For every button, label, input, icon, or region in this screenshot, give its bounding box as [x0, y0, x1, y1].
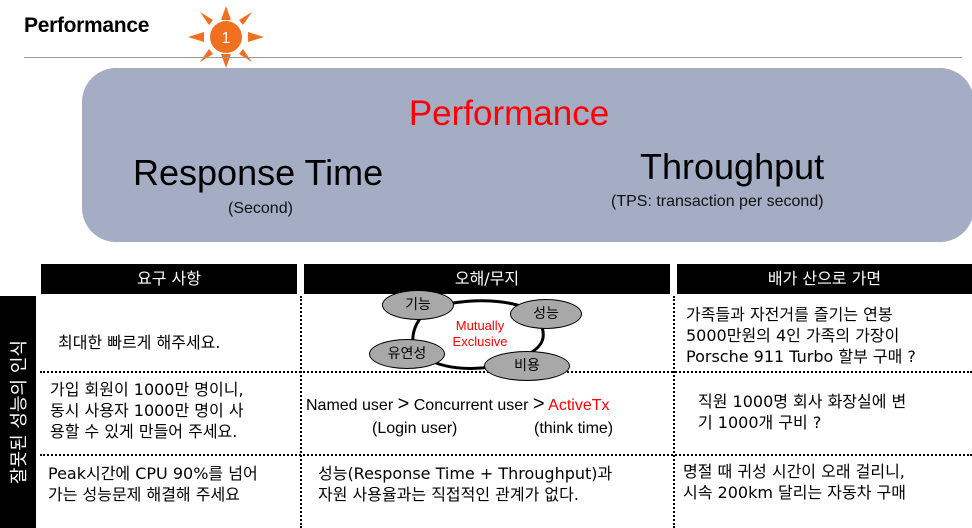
misunderstanding-cell-3: 성능(Response Time + Throughput)과 자원 사용율과는…: [318, 464, 613, 504]
column-header-ship: 배가 산으로 가면: [677, 264, 972, 294]
ship-cell-2: 직원 1000명 회사 화장실에 변 기 1000개 구비 ?: [698, 392, 907, 432]
requirement-cell-1: 최대한 빠르게 해주세요.: [58, 333, 221, 352]
header-divider: [24, 57, 962, 58]
column-header-requirement: 요구 사항: [41, 264, 297, 294]
page-title: Performance: [24, 14, 150, 37]
ship-cell-3: 명절 때 귀성 시간이 오래 걸리니, 시속 200km 달리는 자동차 구매: [683, 462, 906, 502]
active-tx-label: ActiveTx: [548, 397, 610, 414]
requirement-cell-2: 가입 회원이 1000만 명이니, 동시 사용자 1000만 명이 사 용할 수…: [50, 380, 244, 441]
side-label: 잘못된 성능의 인식: [9, 340, 30, 484]
think-time-note: (think time): [534, 420, 614, 437]
oval-cost: 비용: [484, 351, 570, 381]
oval-function: 기능: [382, 290, 454, 320]
greater-than-symbol: >: [532, 393, 545, 415]
column-divider: [300, 296, 302, 528]
panel-title: Performance: [408, 94, 610, 133]
sun-badge-icon: 1: [188, 6, 264, 68]
badge-number: 1: [222, 30, 231, 47]
row-divider: [40, 454, 972, 456]
concurrent-user-label: Concurrent user: [413, 397, 529, 414]
throughput-label: Throughput: [640, 146, 825, 187]
user-type-progression: Named user > Concurrent user > ActiveTx: [306, 393, 610, 416]
ship-cell-1: 가족들과 자전거를 즐기는 연봉 5000만원의 4인 가족의 가장이 Pors…: [686, 305, 916, 366]
column-divider: [673, 296, 675, 528]
named-user-label: Named user: [306, 397, 394, 414]
login-user-note: (Login user): [372, 420, 458, 437]
throughput-unit: (TPS: transaction per second): [611, 193, 824, 210]
requirement-cell-3: Peak시간에 CPU 90%를 넘어 가는 성능문제 해결해 주세요: [48, 464, 258, 504]
greater-than-symbol: >: [397, 393, 410, 415]
column-header-misunderstanding: 오해/무지: [304, 264, 670, 294]
mutually-exclusive-label: Mutually Exclusive: [452, 318, 508, 349]
response-time-label: Response Time: [133, 152, 384, 193]
response-time-unit: (Second): [228, 200, 293, 217]
